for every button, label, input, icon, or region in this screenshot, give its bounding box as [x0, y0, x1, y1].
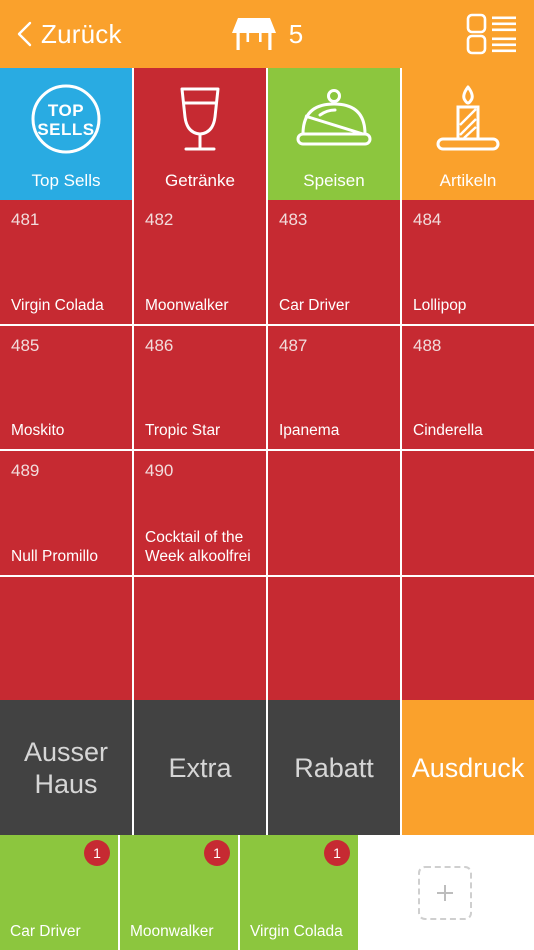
function-button-label: Ausser Haus	[23, 736, 109, 799]
product-cell-empty	[268, 576, 400, 700]
function-button-label: Ausdruck	[411, 752, 525, 783]
cart-empty-slots	[360, 835, 534, 950]
pos-screen: Zurück 5 TOP SELLS Top Sells Getränke Sp…	[0, 0, 534, 950]
product-cell-empty	[0, 576, 132, 700]
tab-label-artikeln: Artikeln	[439, 171, 497, 190]
cloche-icon	[268, 68, 400, 170]
function-button[interactable]: Ausdruck	[402, 700, 534, 835]
tab-speisen[interactable]: Speisen	[268, 68, 402, 200]
product-grid: 481 Virgin Colada 482 Moonwalker 483 Car Driv…	[0, 200, 534, 700]
product-number: 484	[413, 210, 442, 229]
product-name: Lollipop	[413, 296, 467, 314]
function-button-label: Extra	[168, 752, 232, 783]
svg-text:TOP: TOP	[48, 101, 84, 120]
product-name: Moonwalker	[145, 296, 229, 314]
product-number: 481	[11, 210, 40, 229]
cart-item-list: 1 Car Driver 1 Moonwalker 1 Virgin Colada	[0, 835, 358, 950]
wine-glass-icon	[134, 68, 266, 170]
product-cell[interactable]: 488 Cinderella	[402, 325, 534, 449]
plus-icon	[437, 884, 453, 901]
cart-item[interactable]: 1 Moonwalker	[120, 835, 238, 950]
app-header: Zurück 5	[0, 0, 534, 68]
category-tabs: TOP SELLS Top Sells Getränke Speisen Art…	[0, 68, 534, 200]
product-cell[interactable]: 487 Ipanema	[268, 325, 400, 449]
product-cell[interactable]: 485 Moskito	[0, 325, 132, 449]
top-sells-badge-icon: TOP SELLS	[0, 68, 132, 170]
product-number: 489	[11, 461, 40, 480]
product-name: Cocktail of the Week alkoolfrei	[145, 528, 251, 565]
add-item-slot[interactable]	[418, 865, 472, 920]
quantity-badge: 1	[204, 840, 230, 866]
table-number: 5	[288, 18, 304, 49]
product-number: 485	[11, 335, 40, 355]
function-button-label: Rabatt	[294, 752, 374, 783]
cart-item[interactable]: 1 Virgin Colada	[240, 835, 358, 950]
product-cell[interactable]: 484 Lollipop	[402, 200, 534, 324]
function-button-row: Ausser Haus Extra Rabatt Ausdruck	[0, 700, 534, 835]
product-number: 483	[279, 210, 308, 229]
product-number: 490	[145, 461, 174, 480]
table-icon	[231, 18, 276, 50]
product-name: Moskito	[11, 422, 65, 439]
back-button-label: Zurück	[41, 18, 122, 49]
quantity-badge: 1	[324, 840, 350, 866]
product-name: Virgin Colada	[11, 296, 104, 314]
product-name: Car Driver	[279, 296, 350, 314]
back-button[interactable]: Zurück	[0, 19, 122, 50]
tab-label-speisen: Speisen	[303, 171, 365, 190]
svg-text:SELLS: SELLS	[37, 120, 94, 139]
product-cell-empty	[268, 451, 400, 575]
cart-item[interactable]: 1 Car Driver	[0, 835, 118, 950]
function-button[interactable]: Ausser Haus	[0, 700, 132, 835]
product-cell[interactable]: 486 Tropic Star	[134, 325, 266, 449]
order-cart: 1 Car Driver 1 Moonwalker 1 Virgin Colada	[0, 835, 534, 950]
quantity-badge: 1	[84, 840, 110, 866]
product-name: Cinderella	[413, 422, 483, 439]
function-button[interactable]: Rabatt	[268, 700, 400, 835]
product-number: 486	[145, 335, 174, 355]
chevron-left-icon	[17, 21, 32, 47]
product-cell[interactable]: 490 Cocktail of the Week alkoolfrei	[134, 451, 266, 575]
product-cell-empty	[134, 576, 266, 700]
candle-icon	[402, 68, 534, 170]
product-cell[interactable]: 489 Null Promillo	[0, 451, 132, 575]
cart-item-name: Moonwalker	[130, 923, 214, 940]
product-cell-empty	[402, 576, 534, 700]
tab-label-getraenke: Getränke	[165, 171, 235, 190]
tab-top-sells[interactable]: TOP SELLS Top Sells	[0, 68, 134, 200]
list-view-icon	[466, 13, 516, 55]
product-number: 482	[145, 210, 174, 229]
product-number: 487	[279, 335, 308, 355]
product-cell-empty	[402, 451, 534, 575]
tab-getraenke[interactable]: Getränke	[134, 68, 268, 200]
product-cell[interactable]: 481 Virgin Colada	[0, 200, 132, 324]
cart-item-name: Virgin Colada	[250, 923, 343, 940]
product-number: 488	[413, 335, 442, 355]
product-cell[interactable]: 482 Moonwalker	[134, 200, 266, 324]
function-button[interactable]: Extra	[134, 700, 266, 835]
cart-item-name: Car Driver	[10, 923, 81, 940]
product-name: Ipanema	[279, 422, 340, 439]
tab-artikeln[interactable]: Artikeln	[402, 68, 534, 200]
product-name: Tropic Star	[145, 422, 221, 439]
product-name: Null Promillo	[11, 547, 98, 565]
product-cell[interactable]: 483 Car Driver	[268, 200, 400, 324]
tab-label-top-sells: Top Sells	[31, 171, 101, 190]
view-toggle-button[interactable]	[466, 12, 534, 56]
